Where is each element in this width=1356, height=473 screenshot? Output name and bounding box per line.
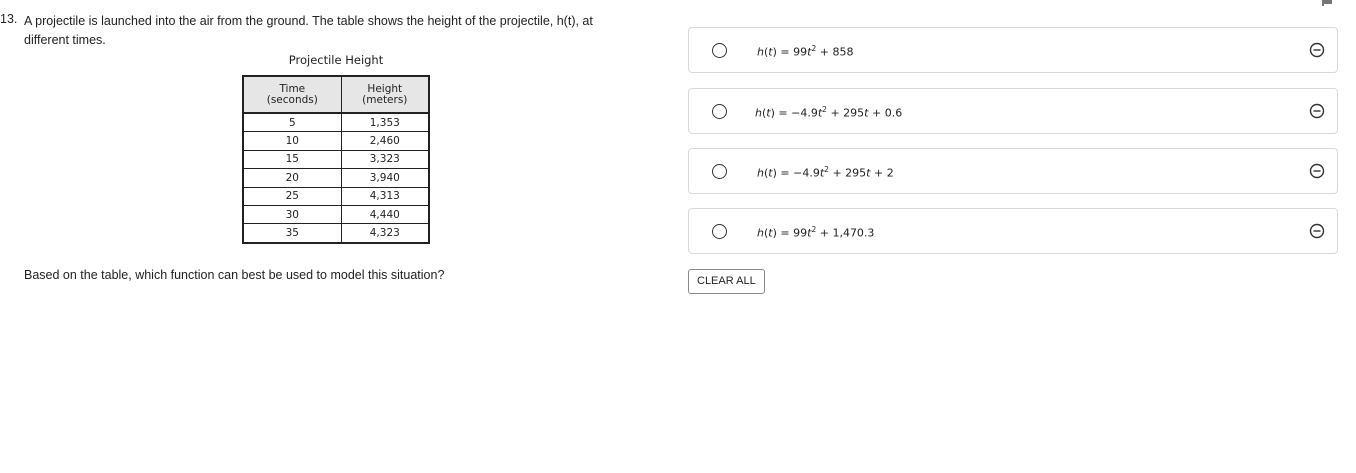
clear-all-button[interactable]: CLEAR ALL <box>688 269 765 294</box>
height-cell: 4,313 <box>340 187 430 206</box>
choice-formula: h(t) = 99t2 + 858 <box>757 44 854 59</box>
time-cell: 5 <box>242 113 342 133</box>
table-row: 35 4,323 <box>242 223 430 244</box>
table-row: 20 3,940 <box>242 168 430 188</box>
table-row: 5 1,353 <box>242 113 430 133</box>
radio-button[interactable] <box>712 224 727 239</box>
exponent: 2 <box>822 105 827 114</box>
time-cell: 15 <box>242 150 342 170</box>
time-header: Time (seconds) <box>242 75 342 114</box>
flag-icon[interactable] <box>1322 0 1332 6</box>
variable: t <box>864 106 869 120</box>
time-cell: 35 <box>242 223 342 244</box>
circle-minus-icon[interactable] <box>1309 163 1325 179</box>
answer-choice-3[interactable]: h(t) = −4.9t2 + 295t + 2 <box>688 148 1338 194</box>
table-row: 10 2,460 <box>242 131 430 151</box>
choice-formula: h(t) = 99t2 + 1,470.3 <box>757 225 875 240</box>
radio-button[interactable] <box>712 43 727 58</box>
radio-button[interactable] <box>712 164 727 179</box>
radio-button[interactable] <box>712 104 727 119</box>
circle-minus-icon[interactable] <box>1309 42 1325 58</box>
variable: t <box>766 106 771 120</box>
circle-minus-icon[interactable] <box>1309 223 1325 239</box>
variable: t <box>866 166 871 180</box>
table-row: 30 4,440 <box>242 205 430 225</box>
exponent: 2 <box>811 225 817 234</box>
time-cell: 20 <box>242 168 342 188</box>
function-name: h <box>755 106 762 120</box>
choice-formula: h(t) = −4.9t2 + 295t + 2 <box>757 165 894 180</box>
time-cell: 25 <box>242 187 342 206</box>
height-cell: 4,440 <box>340 205 430 225</box>
function-name: h <box>757 226 764 240</box>
answer-choice-1[interactable]: h(t) = 99t2 + 858 <box>688 27 1338 73</box>
question-text: A projectile is launched into the air fr… <box>24 14 593 47</box>
variable: t <box>768 166 773 180</box>
exponent: 2 <box>811 44 817 53</box>
time-cell: 10 <box>242 131 342 151</box>
table-header-row: Time (seconds) Height (meters) <box>242 75 430 114</box>
height-cell: 3,940 <box>340 168 430 188</box>
choice-formula: h(t) = −4.9t2 + 295t + 0.6 <box>755 105 903 120</box>
time-cell: 30 <box>242 205 342 225</box>
table-title: Projectile Height <box>288 53 384 67</box>
table-row: 15 3,323 <box>242 150 430 170</box>
answer-choice-4[interactable]: h(t) = 99t2 + 1,470.3 <box>688 208 1338 254</box>
height-header: Height (meters) <box>340 75 430 114</box>
answer-choice-2[interactable]: h(t) = −4.9t2 + 295t + 0.6 <box>688 88 1338 134</box>
projectile-height-table: Time (seconds) Height (meters) 5 1,353 10… <box>242 75 430 244</box>
height-header-line2: (meters) <box>362 94 408 106</box>
height-cell: 2,460 <box>340 131 430 151</box>
function-name: h <box>757 166 764 180</box>
question-number: 13. <box>0 12 18 26</box>
height-cell: 1,353 <box>340 113 430 133</box>
question-prompt: Based on the table, which function can b… <box>24 268 445 282</box>
table-row: 25 4,313 <box>242 187 430 206</box>
circle-minus-icon[interactable] <box>1309 103 1325 119</box>
time-header-line2: (seconds) <box>266 94 318 106</box>
height-cell: 3,323 <box>340 150 430 170</box>
variable: t <box>768 45 773 59</box>
variable: t <box>768 226 773 240</box>
function-name: h <box>757 45 764 59</box>
exponent: 2 <box>824 165 829 174</box>
height-cell: 4,323 <box>340 223 430 244</box>
